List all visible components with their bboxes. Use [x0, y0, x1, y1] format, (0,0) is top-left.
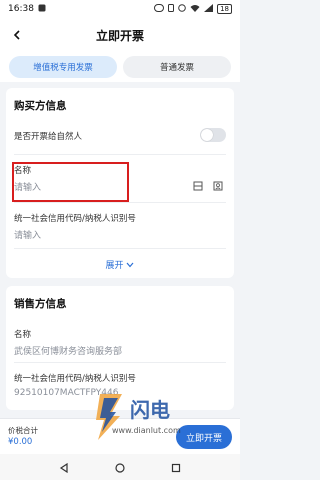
notification-icon: [38, 4, 46, 15]
nav-recents-icon[interactable]: [171, 458, 181, 477]
watermark-text: 闪电: [130, 398, 170, 422]
buyer-tax-id-input[interactable]: 请输入: [14, 228, 41, 241]
divider: [14, 202, 226, 203]
watermark-url: www.dianlut.com: [112, 426, 181, 435]
battery-indicator: 18: [217, 4, 232, 14]
toggle-knob: [201, 129, 213, 141]
divider: [14, 248, 226, 249]
nav-home-icon[interactable]: [115, 458, 125, 477]
nav-back-icon[interactable]: [59, 458, 69, 477]
natural-person-toggle[interactable]: [200, 128, 226, 142]
back-icon[interactable]: [8, 26, 26, 44]
expand-button[interactable]: 展开: [6, 258, 234, 271]
vibrate-icon: [168, 4, 175, 14]
seller-name-label: 名称: [14, 330, 32, 340]
highlight-annotation-box: [12, 162, 129, 202]
divider: [14, 362, 226, 363]
scan-icon[interactable]: [192, 180, 204, 192]
page-title: 立即开票: [95, 28, 144, 43]
wifi-icon: [190, 4, 200, 14]
seller-section-title: 销售方信息: [14, 298, 67, 310]
tab-vat-special-invoice[interactable]: 增值税专用发票: [9, 56, 117, 78]
seller-name-value: 武侯区何博财务咨询服务部: [14, 347, 123, 357]
natural-person-label: 是否开票给自然人: [14, 132, 83, 142]
chevron-down-icon: [126, 261, 134, 271]
mute-icon: [154, 4, 165, 14]
alarm-icon: [178, 4, 186, 14]
watermark-logo: 闪电 www.dianlut.com: [92, 388, 202, 444]
invoice-type-tabs: 增值税专用发票 普通发票: [0, 52, 240, 82]
buyer-tax-id-label: 统一社会信用代码/纳税人识别号: [14, 214, 136, 224]
tab-ordinary-invoice[interactable]: 普通发票: [123, 56, 231, 78]
status-time: 16:38: [8, 4, 34, 14]
buyer-info-card: 购买方信息 是否开票给自然人 名称 请输入 统一社会信用代码/纳税人识别号 请输…: [6, 88, 234, 278]
divider: [14, 154, 226, 155]
total-amount: ¥0.00: [8, 437, 33, 447]
buyer-section-title: 购买方信息: [14, 100, 67, 112]
total-label: 价税合计: [8, 426, 38, 435]
seller-tax-id-label: 统一社会信用代码/纳税人识别号: [14, 374, 136, 384]
contact-icon[interactable]: [212, 180, 224, 192]
expand-label: 展开: [105, 261, 124, 271]
signal-icon: [204, 4, 214, 14]
system-nav-bar: [0, 454, 240, 480]
status-bar: 16:38 18: [0, 0, 240, 18]
page-header: 立即开票: [0, 18, 240, 52]
